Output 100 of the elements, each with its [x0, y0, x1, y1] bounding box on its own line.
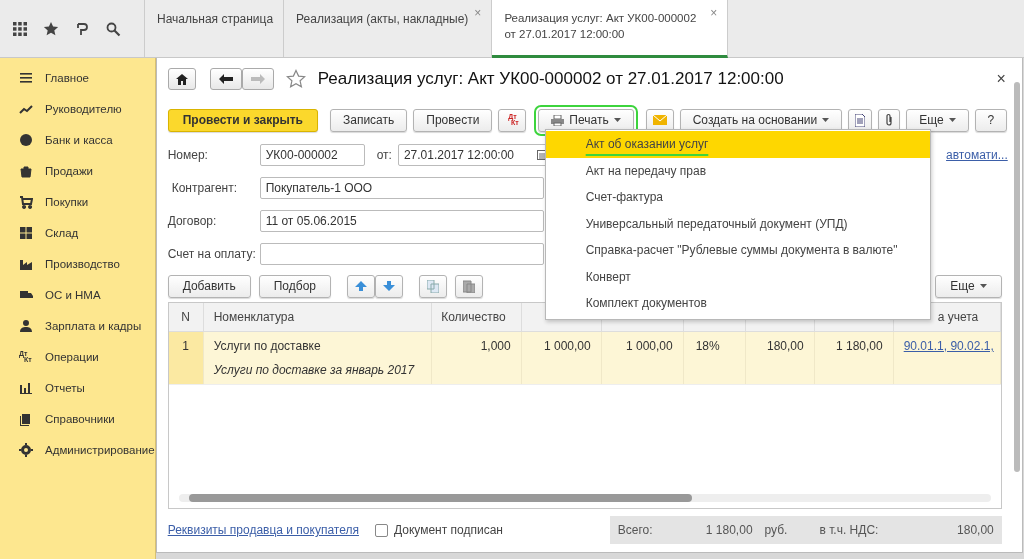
- calendar-icon[interactable]: [536, 149, 548, 160]
- more-button[interactable]: Еще: [935, 274, 1002, 298]
- sidebar-item[interactable]: Руководителю: [0, 93, 155, 124]
- tab-title: Реализация услуг: Акт УК00-000002 от 27.01.2017 12:00:00: [504, 11, 698, 42]
- menu-button[interactable]: Создать на основании: [679, 108, 843, 132]
- up-arrow-icon: [355, 281, 367, 291]
- attachment-button[interactable]: [878, 108, 901, 132]
- left-arrow-icon: [218, 74, 233, 84]
- home-button[interactable]: [167, 68, 196, 90]
- post-and-close-button[interactable]: Провести и закрыть: [167, 108, 318, 132]
- total-label: Всего:: [617, 523, 653, 537]
- caret-icon: [979, 284, 987, 288]
- field-label: от:: [376, 147, 392, 162]
- email-button[interactable]: [645, 108, 674, 132]
- table-row[interactable]: 1 Услуги по доставке Услуги по доставке за январь 2017 1,000 1 000,00 1 000,00 18% 180,00 1 180,00 90.01.1, 90.02.1,: [168, 332, 1001, 385]
- sidebar-item[interactable]: Производство: [0, 248, 155, 279]
- lines-icon: [19, 70, 33, 85]
- tab-title: Начальная страница: [157, 12, 274, 26]
- copy-icon: [427, 279, 439, 293]
- move-down-button[interactable]: [375, 274, 403, 298]
- field-label: Счет на оплату:: [167, 246, 254, 261]
- close-icon[interactable]: ×: [996, 70, 1006, 88]
- field-label: Номер:: [167, 147, 209, 162]
- paste-button[interactable]: [455, 274, 483, 298]
- seller-buyer-details-link[interactable]: Реквизиты продавца и покупателя: [167, 523, 359, 537]
- vat-label: в т.ч. НДС:: [819, 523, 879, 537]
- table-button[interactable]: Добавить: [167, 274, 251, 298]
- sidebar-item[interactable]: Отчеты: [0, 372, 155, 403]
- sidebar-item[interactable]: Администрирование: [0, 434, 155, 465]
- sidebar-item[interactable]: Справочники: [0, 403, 155, 434]
- down-arrow-icon: [383, 281, 395, 291]
- caret-icon: [822, 118, 830, 122]
- document-button[interactable]: [848, 108, 873, 132]
- column-header: Номенклатура: [203, 303, 432, 331]
- table-cell: 1: [168, 332, 204, 384]
- back-button[interactable]: [209, 68, 242, 90]
- copy-button[interactable]: [419, 274, 447, 298]
- table-cell: 1 180,00: [814, 332, 894, 384]
- chart-icon: [19, 380, 33, 395]
- coin-icon: [19, 132, 33, 147]
- move-up-button[interactable]: [347, 274, 375, 298]
- table-button[interactable]: Подбор: [258, 274, 331, 298]
- history-icon[interactable]: [74, 20, 90, 37]
- total-value: 1 180,00: [704, 523, 753, 537]
- number-field[interactable]: УК00-000002: [259, 143, 365, 166]
- tab-title: Реализация (акты, накладные): [296, 12, 469, 26]
- checkbox[interactable]: [374, 523, 388, 537]
- input-field[interactable]: [259, 242, 544, 265]
- paperclip-icon: [885, 113, 894, 127]
- column-header: Количество: [431, 303, 522, 331]
- caret-icon: [613, 118, 621, 122]
- autonumber-link[interactable]: автомати...: [946, 147, 1008, 162]
- table-cell: 18%: [683, 332, 746, 384]
- menu-item[interactable]: Акт об оказании услуг: [545, 131, 930, 158]
- table-cell: 1 000,00: [601, 332, 684, 384]
- caret-icon: [948, 118, 956, 122]
- sidebar-item[interactable]: Зарплата и кадры: [0, 310, 155, 341]
- sidebar-item[interactable]: Главное: [0, 62, 155, 93]
- menu-button[interactable]: Еще: [906, 108, 969, 132]
- document-icon: [855, 113, 866, 127]
- star-icon[interactable]: [43, 20, 59, 37]
- table-cell: 1,000: [431, 332, 522, 384]
- printer-icon: [551, 114, 565, 126]
- input-field[interactable]: Покупатель-1 ООО: [259, 176, 544, 199]
- person-icon: [19, 318, 33, 333]
- apps-grid-icon[interactable]: [12, 20, 28, 37]
- search-icon[interactable]: [105, 20, 121, 37]
- column-header: N: [168, 303, 204, 331]
- cart-icon: [19, 194, 33, 209]
- right-arrow-icon: [250, 74, 265, 84]
- clipboard-icon: [463, 279, 475, 293]
- sidebar-item[interactable]: ОС и НМА: [0, 279, 155, 310]
- sidebar-item[interactable]: Банк и касса: [0, 124, 155, 155]
- input-field[interactable]: 11 от 05.06.2015: [259, 209, 544, 232]
- menu-item[interactable]: Конверт: [545, 263, 930, 290]
- sidebar-item[interactable]: Склад: [0, 217, 155, 248]
- toolbar-button[interactable]: ?: [974, 108, 1008, 132]
- menu-item[interactable]: Справка-расчет "Рублевые суммы документа в валюте": [545, 237, 930, 264]
- vat-value: 180,00: [956, 523, 994, 537]
- home-icon: [175, 73, 188, 85]
- horizontal-scrollbar[interactable]: [178, 494, 991, 502]
- table-cell: 180,00: [745, 332, 815, 384]
- toolbar-button[interactable]: Провести: [413, 108, 493, 132]
- sidebar-item[interactable]: Продажи: [0, 155, 155, 186]
- field-label: Договор:: [167, 213, 218, 228]
- account-link[interactable]: 90.01.1, 90.02.1,: [903, 339, 994, 353]
- favorite-star-icon[interactable]: [285, 69, 306, 89]
- table-cell: Услуги по доставке за январь 2017: [213, 363, 415, 377]
- tab[interactable]: Реализация услуг: Акт УК00-000002 от 27.01.2017 12:00:00 ×: [492, 0, 729, 58]
- field-label: Контрагент:: [170, 180, 239, 195]
- close-tab-icon[interactable]: ×: [710, 8, 718, 18]
- menu-item[interactable]: Универсальный передаточный документ (УПД): [545, 210, 930, 237]
- form-title: Реализация услуг: Акт УК00-000002 от 27.01.2017 12:00:00: [317, 69, 784, 89]
- sidebar-item[interactable]: Покупки: [0, 186, 155, 217]
- checkbox-label: Документ подписан: [393, 523, 503, 537]
- books-icon: [19, 411, 33, 426]
- envelope-icon: [652, 115, 667, 125]
- menu-item[interactable]: Счет-фактура: [545, 184, 930, 211]
- toolbar-button[interactable]: Записать: [330, 108, 408, 132]
- table-cell: Услуги по доставке: [213, 339, 321, 353]
